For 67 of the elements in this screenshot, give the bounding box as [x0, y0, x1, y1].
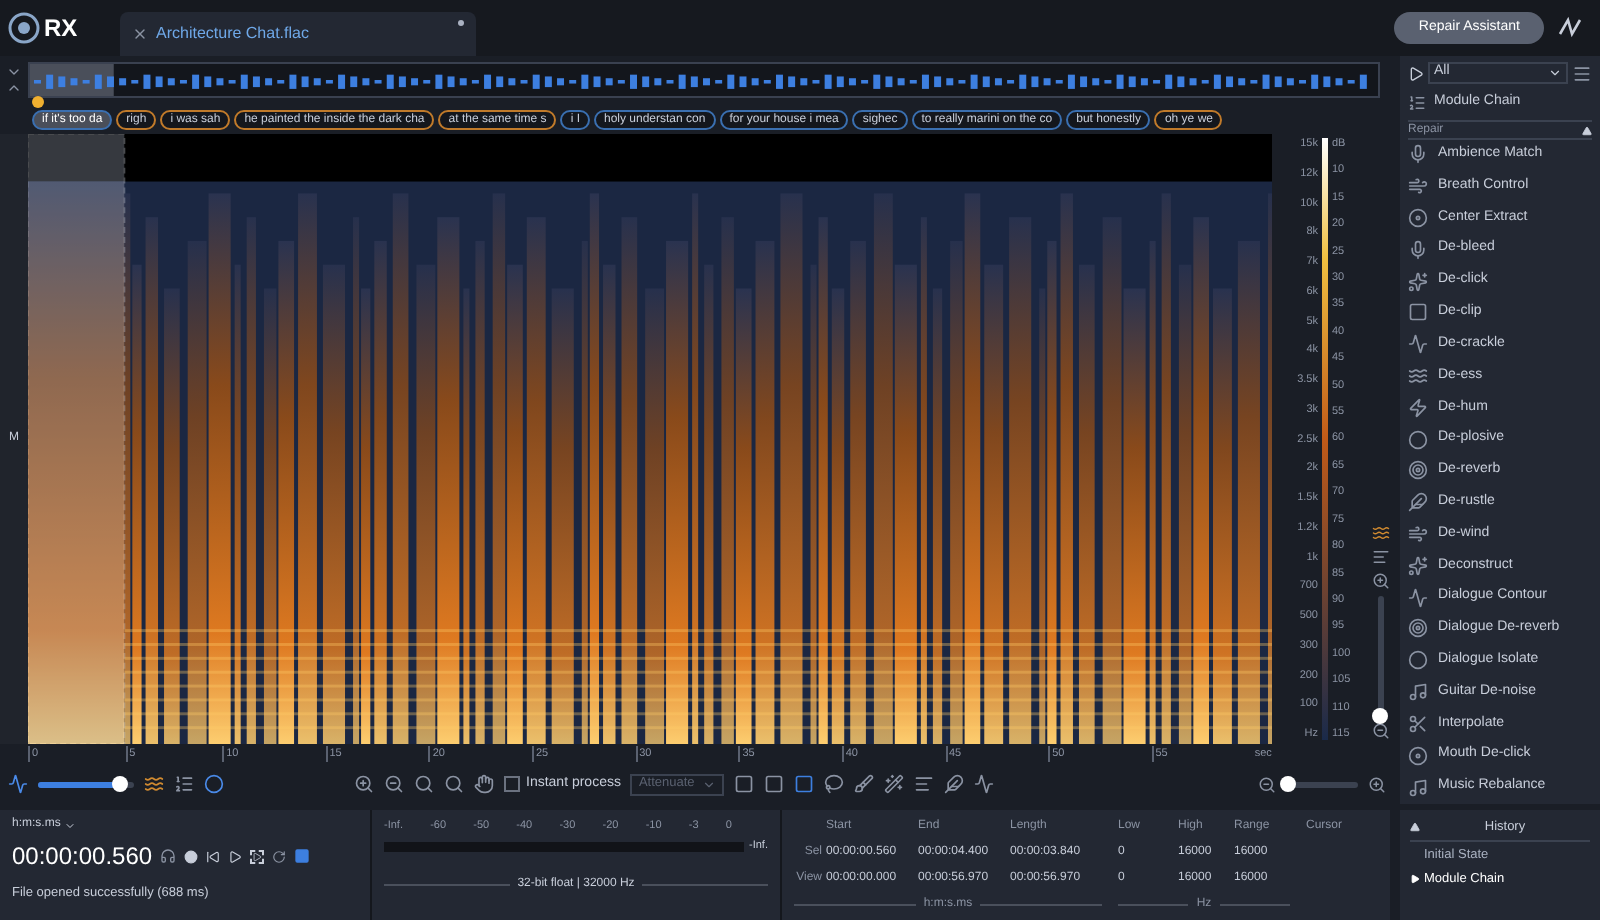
skip-back-icon[interactable] [206, 849, 221, 863]
circle-icon [1408, 429, 1428, 450]
microphone-icon [1408, 144, 1428, 165]
align-icon[interactable] [1371, 548, 1389, 566]
menu-icon[interactable] [1572, 63, 1592, 83]
caret-icon[interactable] [64, 819, 77, 831]
selection-region[interactable] [28, 134, 126, 744]
zoom-in-icon[interactable] [1368, 775, 1386, 793]
target-icon [1408, 618, 1428, 639]
disc-icon [1408, 207, 1428, 228]
play-selection-icon[interactable] [250, 849, 265, 863]
bolt-icon [1408, 397, 1428, 418]
scissors-icon [1408, 713, 1428, 734]
wind-icon [1408, 176, 1428, 197]
microphone-icon [1408, 239, 1428, 260]
disc-icon [1408, 745, 1428, 766]
app-logo: RX [0, 10, 120, 46]
loop-icon[interactable] [272, 849, 287, 863]
zoom-out-icon[interactable] [1371, 722, 1389, 740]
file-tab[interactable]: Architecture Chat.flac [120, 12, 476, 56]
zoom-slider[interactable] [38, 774, 134, 794]
brush-icon[interactable] [854, 774, 875, 794]
logo-icon [8, 12, 40, 44]
sparkle-icon [1408, 271, 1428, 291]
play-icon[interactable] [228, 849, 243, 863]
lasso-icon[interactable] [824, 774, 845, 794]
collapse-icon[interactable] [1410, 822, 1420, 833]
list-icon [1408, 93, 1426, 111]
spectrogram-drawing[interactable] [28, 134, 1272, 744]
waves-icon [1408, 365, 1428, 386]
wind-icon [1408, 524, 1428, 544]
collapse-icon[interactable] [1582, 125, 1592, 135]
feather-icon [1408, 492, 1428, 513]
circle-icon [1408, 650, 1428, 671]
wand-icon[interactable] [884, 774, 905, 794]
zoom-selection-icon[interactable] [414, 774, 434, 794]
playhead-marker-icon[interactable] [32, 96, 44, 108]
waveform-icon[interactable] [8, 774, 28, 794]
close-icon[interactable] [132, 26, 148, 42]
waveform-overview[interactable] [28, 62, 1380, 98]
collapse-icon[interactable] [6, 64, 22, 80]
zoom-slider[interactable] [1286, 774, 1358, 794]
check-curve-icon[interactable] [974, 774, 995, 794]
timecode-display: 00:00:00.560 [12, 840, 153, 874]
music-note-icon [1408, 682, 1428, 703]
waves-icon[interactable] [144, 774, 164, 794]
caret-icon[interactable] [1548, 66, 1562, 80]
expand-icon[interactable] [6, 80, 22, 96]
zoom-in-icon[interactable] [1371, 572, 1389, 590]
headphones-icon[interactable] [160, 848, 177, 864]
record-icon[interactable] [184, 849, 199, 863]
brand-mark-icon [1556, 14, 1584, 42]
sparkle-icon [1408, 555, 1428, 576]
music-note-icon [1408, 777, 1428, 797]
square-icon [1408, 302, 1428, 323]
pulse-icon [1408, 334, 1428, 355]
pulse-icon [1408, 587, 1428, 608]
play-icon[interactable] [1408, 65, 1424, 81]
feather-icon[interactable] [944, 774, 965, 794]
search-icon[interactable] [444, 774, 464, 794]
waves-icon[interactable] [1371, 524, 1389, 542]
current-state-icon [1410, 873, 1420, 884]
target-icon [1408, 460, 1428, 481]
list-icon[interactable] [174, 774, 194, 794]
zoom-in-icon[interactable] [354, 774, 374, 794]
follow-icon[interactable] [294, 848, 311, 864]
hand-icon[interactable] [474, 774, 494, 794]
